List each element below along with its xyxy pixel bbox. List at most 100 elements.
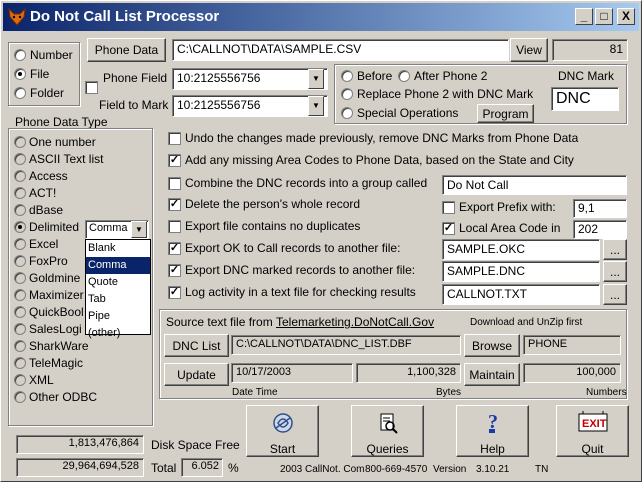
disk-total-field: 29,964,694,528 (16, 458, 144, 477)
combine-checkbox[interactable] (168, 177, 181, 190)
data-type-radio-6[interactable] (14, 238, 26, 250)
maintain-button[interactable]: Maintain (464, 363, 520, 386)
delimiter-option[interactable]: Quote (86, 274, 150, 291)
fox-logo-icon (8, 7, 26, 26)
add-area-checkbox[interactable]: ✓ (168, 154, 181, 167)
data-type-radio-15[interactable] (14, 391, 26, 403)
export-dnc-file-field[interactable]: SAMPLE.DNC (442, 261, 600, 282)
phone-field-chevron-down-icon[interactable]: ▼ (308, 69, 324, 89)
dnc-mark-field[interactable]: DNC (551, 87, 619, 111)
data-type-label: Access (29, 169, 68, 183)
field-to-mark-select[interactable]: 10:2125556756 (172, 95, 328, 117)
start-label: Start (269, 442, 296, 456)
log-browse-button[interactable]: ... (603, 284, 627, 305)
data-type-radio-11[interactable] (14, 323, 26, 335)
data-type-label: Excel (29, 237, 59, 251)
view-button[interactable]: View (510, 38, 548, 62)
special-operations-radio[interactable] (341, 107, 353, 119)
data-type-radio-3[interactable] (14, 187, 26, 199)
before-radio[interactable] (341, 70, 353, 82)
disk-free-field: 1,813,476,864 (16, 435, 144, 454)
local-area-field[interactable]: 202 (573, 220, 627, 239)
phone-field-checkbox[interactable] (85, 81, 98, 94)
export-prefix-field[interactable]: 9,1 (573, 199, 627, 218)
delimiter-chevron-down-icon[interactable]: ▼ (131, 221, 147, 238)
data-type-label: dBase (29, 203, 64, 217)
queries-button[interactable]: Queries (351, 405, 424, 457)
log-file-field[interactable]: CALLNOT.TXT (442, 284, 600, 305)
data-type-radio-14[interactable] (14, 374, 26, 386)
delimiter-option[interactable]: Blank (86, 240, 150, 257)
quit-button[interactable]: EXIT Quit (556, 405, 629, 457)
replace-phone2-label: Replace Phone 2 with DNC Mark (357, 87, 534, 101)
field-to-mark-label: Field to Mark (99, 98, 169, 112)
minimize-button[interactable]: _ (575, 8, 593, 25)
no-duplicates-checkbox[interactable] (168, 220, 181, 233)
export-ok-file-field[interactable]: SAMPLE.OKC (442, 239, 600, 260)
help-button[interactable]: ? Help (456, 405, 529, 457)
source-file-radio[interactable] (14, 68, 26, 80)
title-bar[interactable]: Do Not Call List Processor _ □ X (3, 3, 639, 31)
export-prefix-checkbox[interactable] (442, 201, 455, 214)
browse-button[interactable]: Browse (464, 334, 520, 357)
delimiter-option[interactable]: (other) (86, 325, 150, 342)
phone-data-path-field[interactable]: C:\CALLNOT\DATA\SAMPLE.CSV (172, 39, 509, 61)
source-folder-radio[interactable] (14, 87, 26, 99)
phone-data-type-label: Phone Data Type (15, 115, 108, 129)
combine-group-field[interactable]: Do Not Call (442, 175, 627, 195)
delimiter-option[interactable]: Pipe (86, 308, 150, 325)
data-type-radio-0[interactable] (14, 136, 26, 148)
data-type-radio-7[interactable] (14, 255, 26, 267)
log-checkbox[interactable]: ✓ (168, 286, 181, 299)
queries-icon (352, 410, 423, 436)
data-type-radio-5[interactable] (14, 221, 26, 233)
dnc-numbers-field: 100,000 (523, 363, 621, 383)
data-type-radio-9[interactable] (14, 289, 26, 301)
export-prefix-label: Export Prefix with: (459, 200, 556, 214)
data-type-radio-13[interactable] (14, 357, 26, 369)
dnc-date-field: 10/17/2003 (231, 363, 353, 383)
export-dnc-checkbox[interactable]: ✓ (168, 264, 181, 277)
donotcall-link[interactable]: Telemarketing.DoNotCall.Gov (276, 315, 434, 329)
export-dnc-label: Export DNC marked records to another fil… (185, 263, 416, 277)
delete-checkbox[interactable]: ✓ (168, 198, 181, 211)
footer-copyright: 2003 CallNot. Com (280, 464, 365, 475)
data-type-radio-2[interactable] (14, 170, 26, 182)
data-type-radio-1[interactable] (14, 153, 26, 165)
export-ok-checkbox[interactable]: ✓ (168, 242, 181, 255)
delete-label: Delete the person's whole record (185, 197, 361, 211)
queries-label: Queries (366, 442, 409, 456)
maximize-button[interactable]: □ (595, 8, 613, 25)
bytes-caption: Bytes (436, 387, 462, 398)
data-type-radio-8[interactable] (14, 272, 26, 284)
export-ok-browse-button[interactable]: ... (603, 239, 627, 260)
data-type-label: XML (29, 373, 54, 387)
data-type-label: FoxPro (29, 254, 68, 268)
data-type-radio-12[interactable] (14, 340, 26, 352)
update-button[interactable]: Update (164, 363, 229, 386)
dnc-list-path-field: C:\CALLNOT\DATA\DNC_LIST.DBF (231, 335, 461, 355)
data-type-label: SharkWare (29, 339, 89, 353)
special-operations-label: Special Operations (357, 106, 459, 120)
start-button[interactable]: Start (246, 405, 319, 457)
data-type-radio-10[interactable] (14, 306, 26, 318)
undo-checkbox[interactable] (168, 132, 181, 145)
phone-data-button[interactable]: Phone Data (87, 38, 166, 62)
dnc-list-button[interactable]: DNC List (164, 334, 229, 357)
download-note: Download and UnZip first (470, 317, 583, 328)
close-button[interactable]: X (617, 8, 635, 25)
phone-field-select[interactable]: 10:2125556756 (172, 68, 328, 90)
delimiter-option[interactable]: Tab (86, 291, 150, 308)
delimiter-option[interactable]: Comma (86, 257, 150, 274)
export-dnc-browse-button[interactable]: ... (603, 261, 627, 282)
program-button[interactable]: Program (477, 104, 534, 123)
local-area-checkbox[interactable]: ✓ (442, 222, 455, 235)
log-label: Log activity in a text file for checking… (185, 285, 416, 299)
data-type-radio-4[interactable] (14, 204, 26, 216)
field-to-mark-chevron-down-icon[interactable]: ▼ (308, 96, 324, 116)
after-phone2-radio[interactable] (398, 70, 410, 82)
dnc-mark-label: DNC Mark (558, 69, 614, 83)
replace-phone2-radio[interactable] (341, 88, 353, 100)
source-number-label: Number (30, 48, 73, 62)
source-number-radio[interactable] (14, 49, 26, 61)
